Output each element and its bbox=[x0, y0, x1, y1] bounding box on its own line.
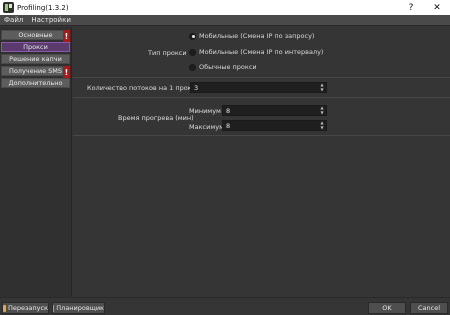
menu-file[interactable]: Файл bbox=[0, 15, 27, 26]
sidebar-item-label: Прокси bbox=[23, 43, 48, 51]
sidebar-item-captcha[interactable]: Решение капчи bbox=[1, 54, 70, 64]
menu-bar: Файл Настройки bbox=[0, 15, 450, 26]
cancel-button[interactable]: Cancel bbox=[410, 302, 448, 314]
chevron-down-icon[interactable]: ▼ bbox=[320, 87, 323, 93]
sidebar-item-label: Основные bbox=[18, 31, 53, 39]
sidebar-item-general[interactable]: Основные ! bbox=[1, 30, 70, 42]
chevron-down-icon[interactable]: ▼ bbox=[320, 110, 323, 116]
scheduler-label: Планировщик bbox=[56, 304, 104, 312]
warmup-label: Время прогрева (мин) bbox=[118, 114, 194, 122]
row-divider bbox=[73, 77, 450, 78]
radio-label: Мобильные (Смена IP по интервалу) bbox=[199, 48, 324, 56]
warmup-max-value: 8 bbox=[226, 121, 231, 130]
help-button[interactable]: ? bbox=[398, 0, 424, 15]
warmup-min-spinbox[interactable]: 8 ▲ ▼ bbox=[222, 105, 327, 116]
radio-indicator bbox=[189, 32, 196, 40]
restart-button[interactable]: Перезапуск bbox=[2, 302, 49, 314]
row-divider bbox=[73, 135, 450, 136]
scheduler-button[interactable]: Планировщик bbox=[52, 302, 105, 314]
profiling-window: Profiling(1.3.2) ? ✕ Файл Настройки Осно… bbox=[0, 0, 450, 315]
sidebar-item-additional[interactable]: Дополнительно bbox=[1, 78, 70, 88]
proxy-settings-panel: Тип прокси Мобильные (Смена IP по запрос… bbox=[73, 27, 450, 297]
proxy-type-label: Тип прокси bbox=[148, 49, 187, 57]
threads-label: Количество потоков на 1 прокси bbox=[87, 84, 200, 92]
title-controls: ? ✕ bbox=[398, 0, 450, 15]
warmup-min-value: 8 bbox=[226, 106, 231, 115]
ok-button[interactable]: OK bbox=[368, 302, 406, 314]
radio-label: Мобильные (Смена IP по запросу) bbox=[199, 32, 315, 40]
warmup-max-label: Максимум bbox=[189, 123, 224, 131]
cancel-label: Cancel bbox=[417, 304, 441, 312]
restart-icon bbox=[3, 304, 6, 312]
spin-arrows[interactable]: ▲ ▼ bbox=[319, 105, 325, 116]
radio-indicator bbox=[189, 48, 196, 56]
warmup-max-spinbox[interactable]: 8 ▲ ▼ bbox=[222, 120, 327, 131]
spin-arrows[interactable]: ▲ ▼ bbox=[319, 82, 325, 93]
warning-icon: ! bbox=[63, 66, 70, 78]
radio-mobile-interval[interactable]: Мобильные (Смена IP по интервалу) bbox=[189, 48, 323, 56]
warmup-min-label: Минимум bbox=[189, 107, 221, 115]
row-divider bbox=[73, 97, 450, 98]
sidebar-item-label: Решение капчи bbox=[9, 55, 62, 63]
sidebar-item-label: Получение SMS bbox=[8, 67, 63, 75]
bottom-bar: Перезапуск Планировщик OK Cancel bbox=[0, 297, 450, 315]
calendar-icon bbox=[53, 304, 55, 312]
sidebar: Основные ! Прокси Решение капчи Получени… bbox=[0, 27, 72, 297]
sidebar-item-label: Дополнительно bbox=[8, 79, 63, 87]
threads-value: 3 bbox=[194, 83, 199, 92]
title-bar: Profiling(1.3.2) ? ✕ bbox=[0, 0, 450, 15]
ok-label: OK bbox=[382, 304, 392, 312]
radio-mobile-on-request[interactable]: Мобильные (Смена IP по запросу) bbox=[189, 32, 314, 40]
radio-regular-proxy[interactable]: Обычные прокси bbox=[189, 63, 257, 71]
warning-icon: ! bbox=[63, 30, 70, 42]
threads-spinbox[interactable]: 3 ▲ ▼ bbox=[190, 82, 327, 93]
chevron-down-icon[interactable]: ▼ bbox=[320, 125, 323, 131]
spin-arrows[interactable]: ▲ ▼ bbox=[319, 120, 325, 131]
menu-settings[interactable]: Настройки bbox=[27, 15, 75, 26]
sidebar-item-sms[interactable]: Получение SMS ! bbox=[1, 66, 70, 78]
window-title: Profiling(1.3.2) bbox=[17, 3, 69, 12]
close-button[interactable]: ✕ bbox=[424, 0, 450, 15]
app-icon bbox=[3, 2, 14, 13]
radio-label: Обычные прокси bbox=[199, 63, 257, 71]
sidebar-item-proxy[interactable]: Прокси bbox=[1, 42, 70, 52]
radio-indicator bbox=[189, 63, 196, 71]
restart-label: Перезапуск bbox=[7, 304, 48, 312]
